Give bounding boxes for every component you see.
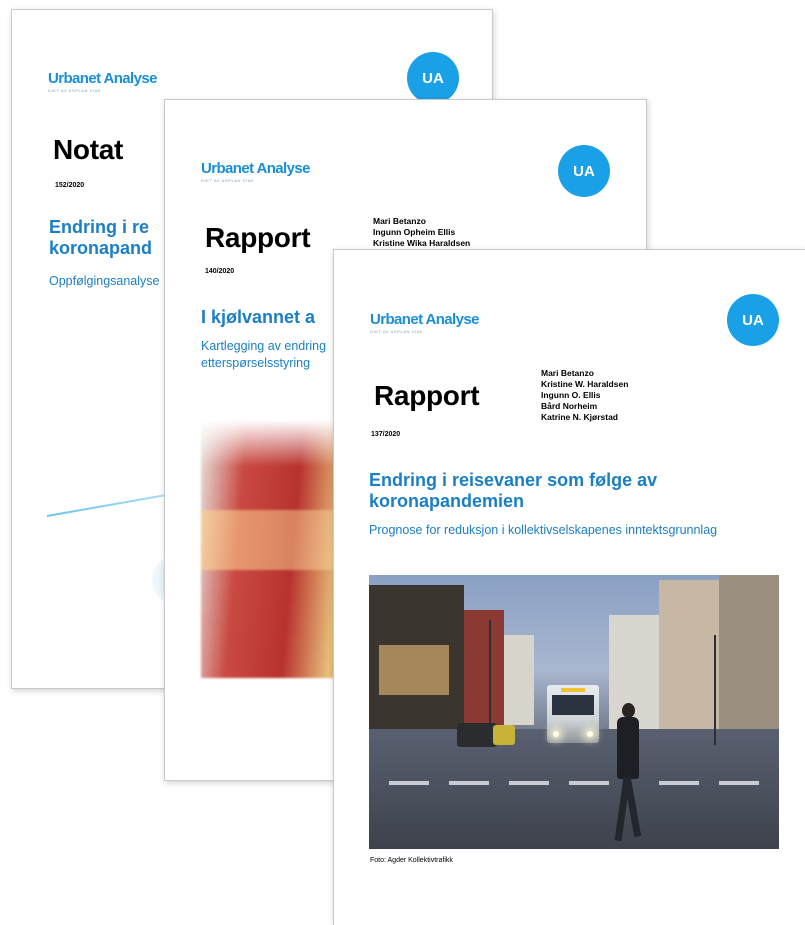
title-line: koronapandemien <box>369 491 525 511</box>
document-subtitle: Kartlegging av endring etterspørselsstyr… <box>201 338 326 372</box>
urbanet-analyse-logo: Urbanet Analyse DIET AV ASPLAN VIAK <box>48 71 157 93</box>
subtitle-line: Kartlegging av endring <box>201 339 327 353</box>
author-name: Mari Betanzo <box>541 368 594 378</box>
title-line: Endring i reisevaner som følge av <box>369 470 658 490</box>
pedestrian-head <box>622 703 635 718</box>
logo-text: Urbanet Analyse <box>48 70 157 87</box>
street-pole <box>489 620 491 740</box>
title-line: Endring i re <box>49 217 150 237</box>
street-road <box>369 729 779 849</box>
document-type: Notat <box>53 134 124 165</box>
author-name: Katrine N. Kjørstad <box>541 412 618 422</box>
crosswalk-stripe <box>509 781 549 785</box>
author-name: Ingunn Opheim Ellis <box>373 227 456 237</box>
author-name: Kristine W. Haraldsen <box>541 379 629 389</box>
pedestrian <box>613 703 643 843</box>
author-name: Kristine Wika Haraldsen <box>373 238 471 248</box>
building <box>464 610 504 730</box>
pedestrian-leg <box>623 776 642 838</box>
document-number: 137/2020 <box>371 431 401 438</box>
street-pole <box>714 635 716 745</box>
ua-badge-icon: UA <box>407 52 459 104</box>
title-line: koronapand <box>49 238 153 258</box>
document-title: Endring i re koronapand <box>49 217 152 259</box>
building <box>504 635 534 725</box>
document-number: 152/2020 <box>55 182 85 189</box>
street-bus-photo <box>369 575 779 849</box>
document-number: 140/2020 <box>205 268 235 275</box>
document-type: Rapport <box>205 222 311 253</box>
document-subtitle: Prognose for reduksjon i kollektivselska… <box>369 523 718 537</box>
ua-badge-icon: UA <box>558 145 610 197</box>
author-name: Mari Betanzo <box>373 216 426 226</box>
photo-caption: Foto: Agder Kollektivtrafikk <box>370 857 453 864</box>
bus-windshield <box>552 695 594 715</box>
bus-headlight <box>553 731 559 737</box>
logo-text: Urbanet Analyse <box>370 311 479 328</box>
bus-destination-sign <box>561 688 585 692</box>
pedestrian-coat <box>617 717 639 779</box>
building <box>719 575 779 740</box>
author-list: Mari Betanzo Kristine W. Haraldsen Ingun… <box>541 368 628 423</box>
document-title: Endring i reisevaner som følge av korona… <box>369 470 657 512</box>
ua-badge-icon: UA <box>727 294 779 346</box>
document-title: I kjølvannet a <box>201 307 316 327</box>
car <box>493 725 515 745</box>
crosswalk-stripe <box>569 781 609 785</box>
logo-subtext: DIET AV ASPLAN VIAK <box>201 178 255 183</box>
crosswalk-stripe <box>449 781 489 785</box>
crosswalk-stripe <box>389 781 429 785</box>
document-subtitle: Oppfølgingsanalyse <box>49 274 160 288</box>
lit-shopfront <box>379 645 449 695</box>
urbanet-analyse-logo: Urbanet Analyse DIET AV ASPLAN VIAK <box>370 312 479 334</box>
subtitle-line: etterspørselsstyring <box>201 356 311 370</box>
urbanet-analyse-logo: Urbanet Analyse DIET AV ASPLAN VIAK <box>201 161 310 183</box>
bus-headlight <box>587 731 593 737</box>
logo-text: Urbanet Analyse <box>201 160 310 177</box>
rapport-137-cover-page: Urbanet Analyse DIET AV ASPLAN VIAK UA M… <box>333 249 805 925</box>
author-list: Mari Betanzo Ingunn Opheim Ellis Kristin… <box>373 216 470 249</box>
logo-subtext: DIET AV ASPLAN VIAK <box>48 88 102 93</box>
author-name: Bård Norheim <box>541 401 598 411</box>
crosswalk-stripe <box>719 781 759 785</box>
car <box>457 723 497 747</box>
building <box>659 580 719 740</box>
logo-subtext: DIET AV ASPLAN VIAK <box>370 329 424 334</box>
crosswalk-stripe <box>659 781 699 785</box>
document-type: Rapport <box>374 380 480 411</box>
author-name: Ingunn O. Ellis <box>541 390 601 400</box>
